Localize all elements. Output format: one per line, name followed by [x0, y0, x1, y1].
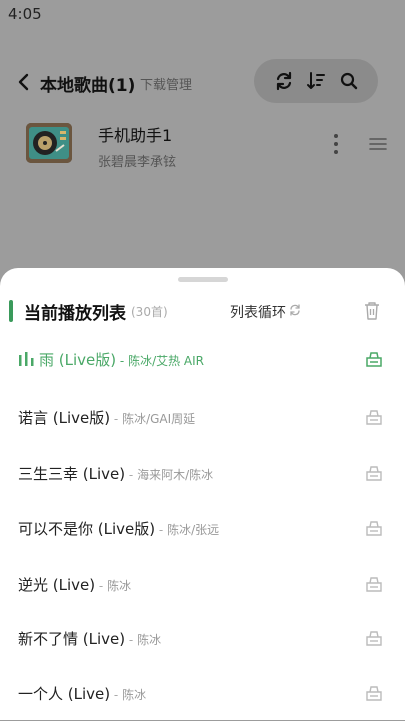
track-separator: -: [155, 523, 168, 537]
track-artist: 陈冰/艾热 AIR: [128, 354, 205, 368]
playlist-sheet: 当前播放列表 (30首) 列表循环 雨 (Live版) - 陈冰/艾热 AIR: [0, 268, 405, 720]
track-separator: -: [110, 412, 123, 426]
track-line: 逆光 (Live) - 陈冰: [18, 559, 131, 612]
track-title: 一个人 (Live): [18, 685, 111, 703]
toolbar-pill: [254, 59, 378, 103]
track-title: 新不了情 (Live): [18, 630, 126, 648]
track-line: 雨 (Live版) - 陈冰/艾热 AIR: [18, 334, 204, 387]
track-row[interactable]: 可以不是你 (Live版) - 陈冰/张远: [0, 503, 405, 555]
track-artist: 陈冰/GAI周延: [122, 412, 196, 426]
track-artist: 陈冰: [122, 688, 147, 702]
download-icon[interactable]: [364, 628, 384, 648]
page-title: 本地歌曲(1): [40, 76, 136, 96]
track-separator: -: [125, 468, 138, 482]
playlist-title: 当前播放列表: [24, 304, 126, 324]
status-bar: 4:05: [0, 0, 405, 28]
download-icon[interactable]: [364, 518, 384, 538]
album-cover: [26, 123, 72, 163]
track-separator: -: [95, 579, 108, 593]
song-title: 手机助手1: [98, 126, 173, 145]
track-title: 逆光 (Live): [18, 576, 96, 594]
search-icon[interactable]: [338, 70, 360, 92]
loop-mode-label[interactable]: 列表循环: [230, 302, 286, 322]
sheet-grabber[interactable]: [178, 277, 228, 282]
drag-handle-icon[interactable]: [368, 136, 388, 152]
track-title: 诺言 (Live版): [18, 409, 111, 427]
track-line: 可以不是你 (Live版) - 陈冰/张远: [18, 503, 219, 556]
track-row[interactable]: 雨 (Live版) - 陈冰/艾热 AIR: [0, 334, 405, 386]
download-icon[interactable]: [364, 683, 384, 703]
track-row[interactable]: 一个人 (Live) - 陈冰: [0, 668, 405, 720]
back-arrow-icon[interactable]: [14, 70, 34, 94]
track-title: 三生三幸 (Live): [18, 465, 126, 483]
playlist-header: 当前播放列表 (30首) 列表循环: [0, 294, 405, 330]
track-artist: 海来阿木/陈冰: [137, 468, 214, 482]
header: 本地歌曲(1) 下载管理: [0, 58, 405, 108]
track-artist: 陈冰/张远: [167, 523, 220, 537]
track-row[interactable]: 三生三幸 (Live) - 海来阿木/陈冰: [0, 448, 405, 500]
track-title: 雨 (Live版): [39, 351, 117, 369]
track-title: 可以不是你 (Live版): [18, 520, 156, 538]
song-artist: 张碧晨李承铉: [98, 155, 177, 170]
track-artist: 陈冰: [137, 633, 162, 647]
track-row[interactable]: 诺言 (Live版) - 陈冰/GAI周延: [0, 392, 405, 444]
track-row[interactable]: 新不了情 (Live) - 陈冰: [0, 613, 405, 665]
track-separator: -: [116, 354, 129, 368]
track-line: 一个人 (Live) - 陈冰: [18, 668, 146, 721]
track-line: 三生三幸 (Live) - 海来阿木/陈冰: [18, 448, 213, 501]
equalizer-icon: [19, 352, 34, 366]
loop-icon[interactable]: [288, 303, 302, 317]
repeat-icon[interactable]: [273, 70, 295, 92]
now-playing-song[interactable]: 手机助手1 张碧晨李承铉: [0, 116, 405, 176]
playlist-count: (30首): [131, 305, 168, 319]
accent-bar: [9, 300, 13, 322]
download-icon[interactable]: [364, 574, 384, 594]
download-icon[interactable]: [364, 349, 384, 369]
track-separator: -: [110, 688, 123, 702]
status-time: 4:05: [8, 5, 42, 23]
track-artist: 陈冰: [107, 579, 132, 593]
track-row[interactable]: 逆光 (Live) - 陈冰: [0, 559, 405, 611]
record-player-image: [26, 123, 72, 163]
download-icon[interactable]: [364, 463, 384, 483]
more-vertical-icon[interactable]: [328, 130, 344, 158]
track-line: 诺言 (Live版) - 陈冰/GAI周延: [18, 392, 195, 445]
trash-icon[interactable]: [363, 300, 381, 322]
download-icon[interactable]: [364, 407, 384, 427]
download-manage-link[interactable]: 下载管理: [140, 74, 192, 93]
track-separator: -: [125, 633, 138, 647]
track-line: 新不了情 (Live) - 陈冰: [18, 613, 161, 666]
sort-icon[interactable]: [305, 70, 327, 92]
